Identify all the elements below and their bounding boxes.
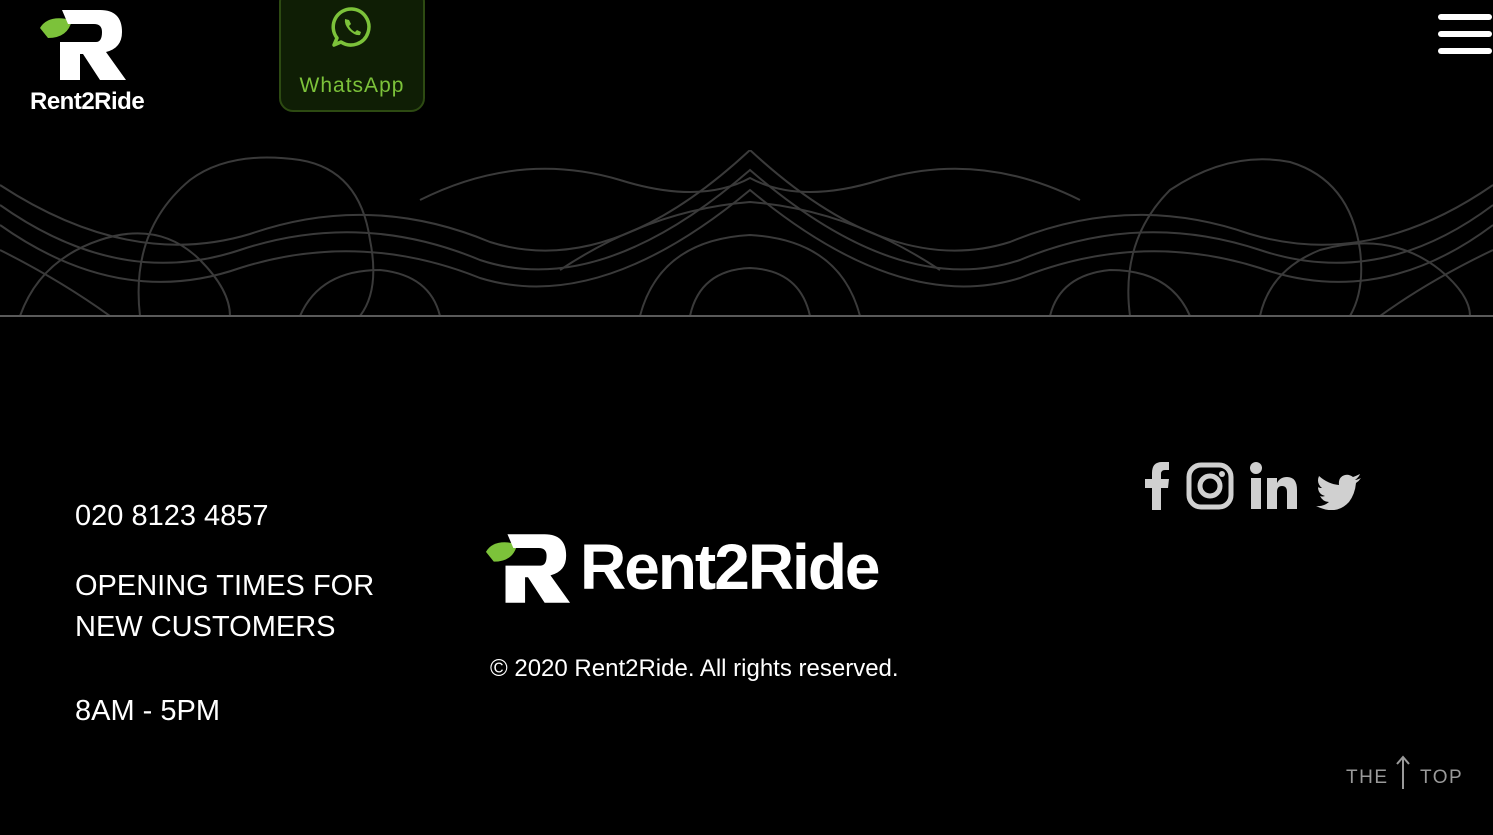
copyright-text: © 2020 Rent2Ride. All rights reserved. — [490, 655, 899, 682]
opening-times-title-line1: OPENING TIMES FOR — [75, 570, 375, 602]
header-brand-name: Rent2Ride — [30, 88, 145, 115]
footer-logo[interactable]: Rent2Ride — [484, 530, 904, 610]
instagram-icon[interactable] — [1186, 462, 1234, 510]
whatsapp-button[interactable]: WhatsApp — [279, 0, 425, 112]
opening-times-title: OPENING TIMES FOR NEW CUSTOMERS — [75, 566, 374, 648]
header-logo[interactable]: Rent2Ride — [28, 8, 158, 116]
back-to-top-left-label: THE — [1346, 767, 1389, 788]
logo-mark-icon — [40, 10, 126, 80]
logo-mark-icon — [485, 534, 571, 603]
footer-brand-name: Rent2Ride — [580, 531, 880, 603]
facebook-icon[interactable] — [1144, 462, 1170, 510]
back-to-top-right-label: TOP — [1420, 767, 1464, 788]
twitter-icon[interactable] — [1316, 474, 1362, 510]
linkedin-icon[interactable] — [1250, 462, 1298, 510]
opening-hours: 8AM - 5PM — [75, 695, 221, 727]
hamburger-menu-icon[interactable] — [1438, 14, 1492, 56]
section-divider — [0, 315, 1493, 317]
contact-info: 020 8123 4857 OPENING TIMES FOR NEW CUST… — [75, 496, 374, 732]
topographic-pattern — [0, 150, 1493, 316]
phone-number[interactable]: 020 8123 4857 — [75, 496, 374, 537]
opening-times-title-line2: NEW CUSTOMERS — [75, 611, 336, 643]
whatsapp-icon — [331, 7, 371, 47]
arrow-up-icon — [1396, 755, 1410, 789]
whatsapp-label: WhatsApp — [299, 74, 405, 97]
page: Rent2Ride WhatsApp 020 8123 4857 OPENING… — [0, 0, 1493, 835]
